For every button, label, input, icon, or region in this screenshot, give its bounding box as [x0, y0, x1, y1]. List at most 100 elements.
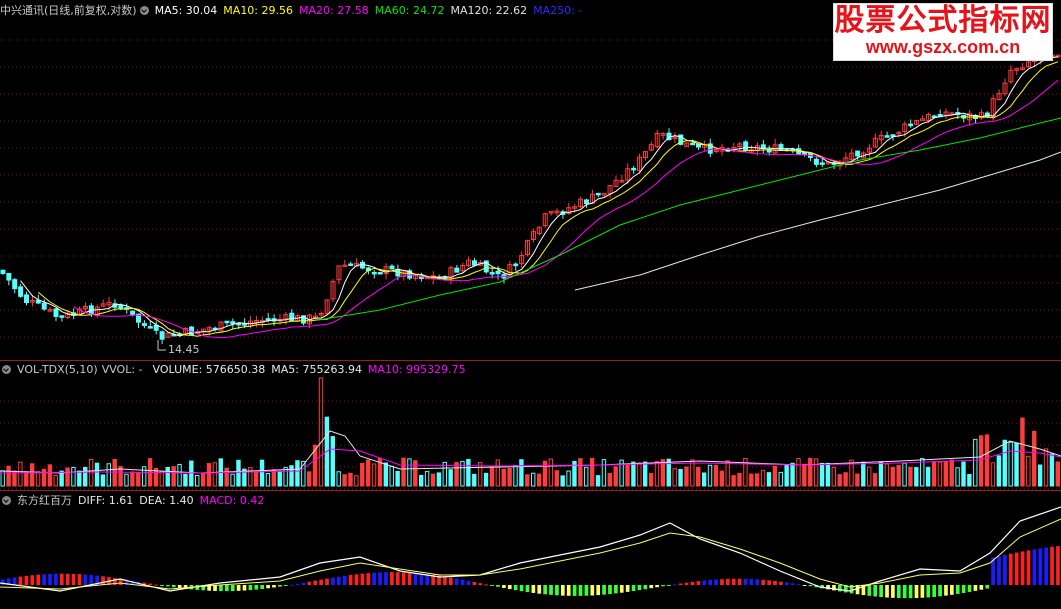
ma5-line — [20, 56, 1059, 337]
macd-bar — [619, 585, 624, 593]
volume-bar — [1002, 439, 1007, 487]
volume-bar — [6, 465, 11, 487]
candle-body — [12, 279, 18, 290]
macd-bar — [1050, 546, 1054, 585]
volume-bar — [1008, 441, 1013, 487]
candle-body — [583, 199, 589, 204]
macd-bar — [496, 585, 500, 587]
volume-bar — [424, 471, 430, 487]
volume-bar — [53, 475, 58, 487]
macd-bar — [696, 581, 701, 585]
candle-body — [690, 142, 696, 146]
candle-body — [224, 320, 230, 324]
volume-bar — [124, 473, 129, 487]
volume-bar — [642, 461, 648, 487]
macd-bar — [378, 572, 382, 585]
candle-body — [472, 260, 478, 266]
macd-panel[interactable]: 东方红百万 DIFF: 1.61 DEA: 1.40 MACD: 0.42 — [0, 491, 1061, 609]
vol-ma5-value: MA5: 755263.94 — [271, 363, 362, 376]
macd-bar — [902, 585, 907, 599]
volume-bar — [342, 474, 347, 487]
macd-bar — [36, 574, 41, 585]
volume-header: VOL-TDX(5,10) VVOL: - VOLUME: 576650.38 MA5… — [0, 363, 472, 376]
volume-bar — [778, 471, 783, 487]
price-chart-panel[interactable]: 中兴通讯(日线,前复权,对数) MA5: 30.04 MA10: 29.56 MA20… — [0, 0, 1061, 360]
volume-bar — [519, 459, 524, 487]
volume-indicator-title[interactable]: VOL-TDX(5,10) — [17, 363, 98, 376]
candle-body — [130, 310, 136, 315]
volume-bar — [872, 473, 878, 487]
macd-bar — [148, 583, 153, 585]
volume-bar — [413, 460, 418, 487]
macd-indicator-title[interactable]: 东方红百万 — [17, 494, 72, 507]
candle-body — [6, 272, 12, 281]
settings-icon[interactable] — [139, 6, 149, 15]
volume-bar — [259, 459, 265, 487]
volume-bar — [365, 459, 371, 487]
volume-bar — [466, 458, 471, 487]
logo-title: 股票公式指标网 — [834, 3, 1052, 38]
macd-bar — [507, 585, 512, 590]
macd-bar — [348, 575, 353, 585]
macd-bar — [366, 573, 371, 585]
volume-bar — [908, 466, 913, 487]
macd-bar — [961, 585, 966, 593]
stock-title[interactable]: 中兴通讯(日线,前复权,对数) — [0, 4, 137, 17]
volume-bar — [536, 473, 542, 487]
macd-bar — [319, 579, 323, 585]
volume-bar — [236, 459, 241, 487]
macd-bar — [661, 585, 665, 587]
volume-bar — [843, 472, 848, 487]
volume-bar — [878, 461, 884, 487]
volume-bar — [336, 471, 341, 487]
candle-body — [495, 270, 501, 275]
macd-bar — [419, 573, 424, 585]
ma10-value: MA10: 29.56 — [223, 4, 294, 17]
macd-bar — [1038, 548, 1043, 585]
macd-bar — [790, 583, 795, 585]
macd-bar — [372, 572, 377, 585]
macd-bar — [171, 585, 176, 588]
volume-bar — [41, 468, 47, 487]
volume-bar — [395, 470, 400, 487]
macd-bar — [743, 578, 748, 585]
volume-bar — [601, 459, 607, 487]
volume-bar — [548, 458, 554, 487]
macd-bar — [219, 585, 223, 592]
macd-bar — [89, 575, 94, 585]
macd-bar — [1014, 552, 1019, 585]
volume-bar — [790, 462, 795, 487]
settings-icon[interactable] — [2, 496, 11, 505]
volume-bar — [819, 462, 825, 487]
macd-bar — [266, 585, 270, 589]
candle-body — [265, 318, 271, 321]
price-header: 中兴通讯(日线,前复权,对数) MA5: 30.04 MA10: 29.56 MA20… — [0, 2, 588, 18]
volume-bar — [796, 458, 801, 487]
volume-bar — [749, 473, 754, 487]
volume-bar — [737, 472, 742, 487]
volume-bar — [383, 462, 389, 487]
volume-bar — [943, 461, 949, 487]
candle-body — [631, 167, 637, 171]
macd-bar — [224, 585, 229, 592]
volume-bar — [430, 473, 436, 487]
volume-chart[interactable] — [0, 361, 1061, 490]
volume-bar — [589, 457, 595, 487]
candle-body — [118, 304, 124, 309]
macd-bar — [914, 585, 919, 599]
macd-bar — [967, 585, 972, 592]
macd-bar — [773, 580, 777, 585]
volume-bar — [448, 469, 453, 487]
macd-bar — [18, 576, 23, 585]
volume-bar — [831, 466, 837, 487]
site-logo: 股票公式指标网 www.gszx.com.cn — [833, 3, 1053, 61]
volume-bar — [136, 471, 141, 487]
macd-chart[interactable] — [0, 491, 1061, 609]
macd-bar — [407, 572, 412, 585]
candle-body — [855, 150, 861, 157]
volume-ma5-line — [0, 430, 1061, 474]
candle-body — [289, 312, 295, 321]
macd-bar — [478, 583, 483, 585]
volume-panel[interactable]: VOL-TDX(5,10) VVOL: - VOLUME: 576650.38 MA5… — [0, 361, 1061, 490]
settings-icon[interactable] — [2, 365, 11, 374]
